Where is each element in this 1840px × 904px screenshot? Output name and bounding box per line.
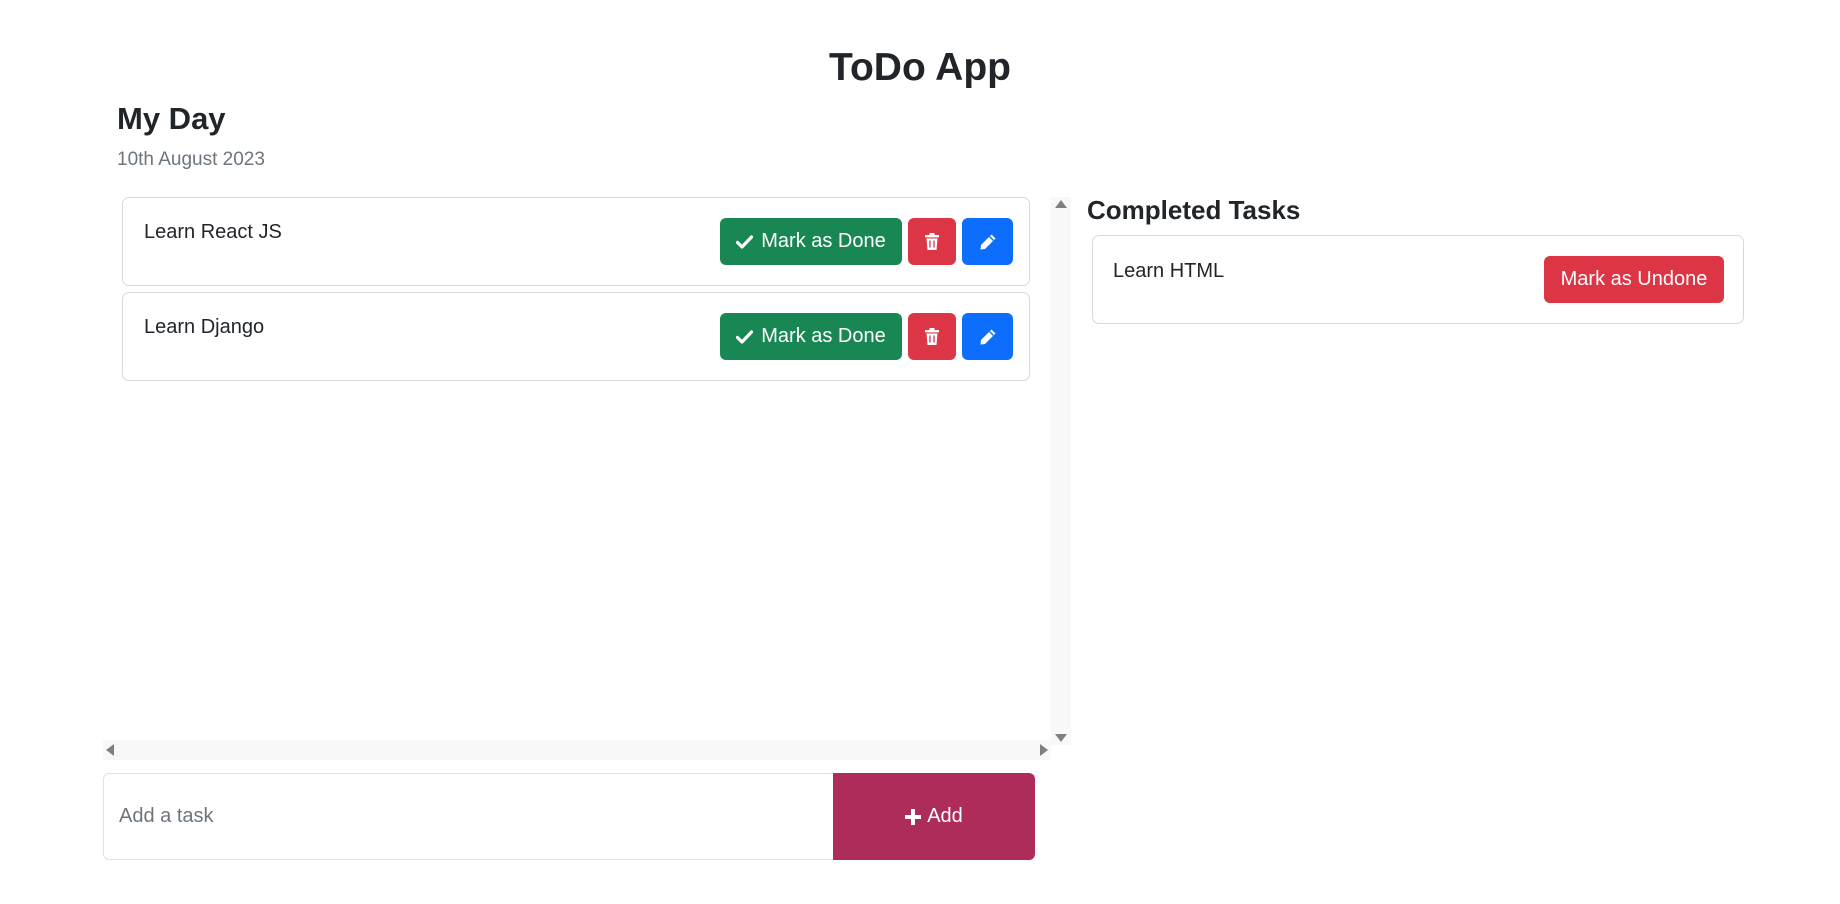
add-task-input[interactable] xyxy=(103,773,833,860)
completed-task-card: Learn HTML Mark as Undone xyxy=(1092,235,1744,324)
trash-icon xyxy=(925,233,939,250)
task-card: Learn React JS Mark as Done xyxy=(122,197,1030,286)
mark-as-done-button[interactable]: Mark as Done xyxy=(720,313,902,360)
scroll-down-arrow-icon[interactable] xyxy=(1055,734,1067,742)
delete-button[interactable] xyxy=(908,218,956,265)
task-text: Learn Django xyxy=(144,316,265,338)
vertical-scrollbar[interactable] xyxy=(1051,197,1071,745)
task-card: Learn Django Mark as Done xyxy=(122,292,1030,381)
edit-button[interactable] xyxy=(962,313,1013,360)
completed-task-text: Learn HTML xyxy=(1113,260,1225,282)
task-list: Learn React JS Mark as Done Learn Django… xyxy=(120,197,1044,745)
plus-icon xyxy=(905,808,922,825)
scroll-left-arrow-icon[interactable] xyxy=(106,744,114,756)
check-icon xyxy=(736,234,754,249)
mark-as-done-label: Mark as Done xyxy=(761,230,886,252)
trash-icon xyxy=(925,328,939,345)
pencil-icon xyxy=(979,233,997,251)
mark-as-done-button[interactable]: Mark as Done xyxy=(720,218,902,265)
app-title: ToDo App xyxy=(829,46,1011,89)
completed-tasks-title: Completed Tasks xyxy=(1087,195,1301,225)
check-icon xyxy=(736,329,754,344)
edit-button[interactable] xyxy=(962,218,1013,265)
delete-button[interactable] xyxy=(908,313,956,360)
day-date: 10th August 2023 xyxy=(117,149,265,170)
add-task-button[interactable]: Add xyxy=(833,773,1035,860)
pencil-icon xyxy=(979,328,997,346)
task-text: Learn React JS xyxy=(144,221,282,243)
mark-as-undone-button[interactable]: Mark as Undone xyxy=(1544,256,1724,303)
scroll-right-arrow-icon[interactable] xyxy=(1040,744,1048,756)
scroll-up-arrow-icon[interactable] xyxy=(1055,200,1067,208)
day-title: My Day xyxy=(117,101,226,136)
mark-as-done-label: Mark as Done xyxy=(761,325,886,347)
add-button-label: Add xyxy=(927,805,963,827)
horizontal-scrollbar[interactable] xyxy=(103,740,1051,760)
